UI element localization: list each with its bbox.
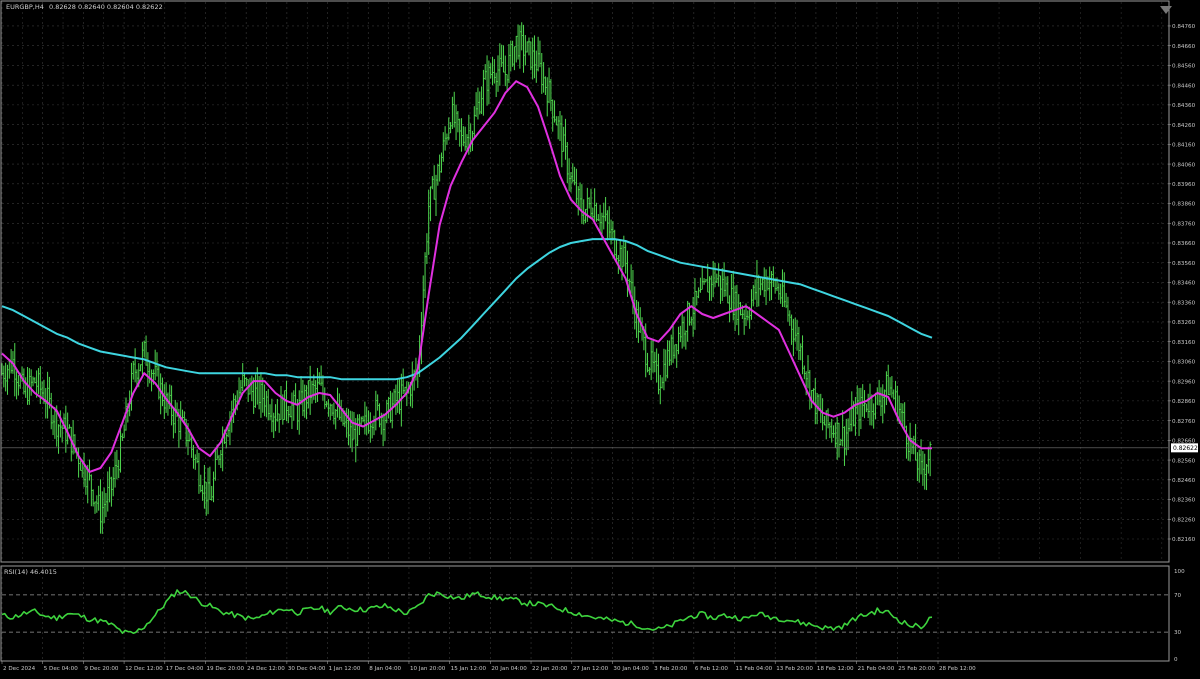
price-tick-label: 0.84660 bbox=[1172, 44, 1196, 50]
current-price-tag: 0.82622 bbox=[1171, 443, 1198, 453]
time-tick-label: 5 Dec 04:00 bbox=[44, 666, 79, 672]
chart-canvas[interactable]: 0.84760 0.84660 0.84560 0.84460 0.84360 0.842… bbox=[0, 0, 1200, 675]
price-tick-label: 0.82160 bbox=[1172, 537, 1196, 543]
time-tick-label: 24 Dec 12:00 bbox=[247, 666, 285, 672]
time-tick-label: 6 Feb 12:00 bbox=[695, 666, 729, 672]
symbol-title: EURGBP,H4 bbox=[6, 3, 44, 11]
price-tick-label: 0.82260 bbox=[1172, 517, 1196, 523]
price-tick-label: 0.84760 bbox=[1172, 24, 1196, 30]
rsi-tick-label: 100 bbox=[1174, 569, 1185, 575]
time-tick-label: 2 Dec 2024 bbox=[3, 666, 36, 672]
price-tick-label: 0.83360 bbox=[1172, 300, 1196, 306]
price-tick-label: 0.84460 bbox=[1172, 83, 1196, 89]
time-tick-label: 12 Dec 12:00 bbox=[125, 666, 163, 672]
price-tick-label: 0.82960 bbox=[1172, 379, 1196, 385]
price-tick-label: 0.82860 bbox=[1172, 399, 1196, 405]
price-tick-label: 0.83060 bbox=[1172, 360, 1196, 366]
time-tick-label: 13 Feb 20:00 bbox=[776, 666, 813, 672]
time-tick-label: 30 Jan 04:00 bbox=[613, 666, 649, 672]
price-tick-label: 0.82460 bbox=[1172, 478, 1196, 484]
time-tick-label: 28 Feb 12:00 bbox=[939, 666, 976, 672]
time-tick-label: 17 Dec 04:00 bbox=[166, 666, 204, 672]
time-tick-label: 20 Jan 04:00 bbox=[491, 666, 527, 672]
price-tick-label: 0.83960 bbox=[1172, 182, 1196, 188]
time-tick-label: 25 Feb 20:00 bbox=[898, 666, 935, 672]
rsi-tick-label: 70 bbox=[1174, 593, 1182, 599]
price-tick-label: 0.84360 bbox=[1172, 103, 1196, 109]
chart-window[interactable]: 0.84760 0.84660 0.84560 0.84460 0.84360 0.842… bbox=[0, 0, 1200, 675]
time-tick-label: 9 Dec 20:00 bbox=[84, 666, 119, 672]
ohlc-readout: 0.82628 0.82640 0.82604 0.82622 bbox=[49, 3, 163, 11]
price-tick-label: 0.84260 bbox=[1172, 123, 1196, 129]
rsi-tick-label: 0 bbox=[1174, 657, 1178, 663]
price-tick-label: 0.83760 bbox=[1172, 221, 1196, 227]
price-tick-label: 0.82360 bbox=[1172, 498, 1196, 504]
price-tick-label: 0.83660 bbox=[1172, 241, 1196, 247]
time-tick-label: 11 Feb 04:00 bbox=[736, 666, 773, 672]
price-tick-label: 0.83860 bbox=[1172, 202, 1196, 208]
price-tick-label: 0.82760 bbox=[1172, 419, 1196, 425]
time-tick-label: 1 Jan 12:00 bbox=[329, 666, 361, 672]
price-tick-label: 0.83160 bbox=[1172, 340, 1196, 346]
time-tick-label: 8 Jan 04:00 bbox=[369, 666, 401, 672]
time-tick-label: 3 Feb 20:00 bbox=[654, 666, 688, 672]
time-tick-label: 18 Feb 12:00 bbox=[817, 666, 854, 672]
time-tick-label: 19 Dec 20:00 bbox=[206, 666, 244, 672]
time-tick-label: 15 Jan 12:00 bbox=[451, 666, 487, 672]
rsi-title: RSI(14) 46.4015 bbox=[4, 568, 57, 576]
price-tick-label: 0.83460 bbox=[1172, 281, 1196, 287]
price-tick-label: 0.84060 bbox=[1172, 162, 1196, 168]
time-tick-label: 30 Dec 04:00 bbox=[288, 666, 326, 672]
price-tick-label: 0.84160 bbox=[1172, 143, 1196, 149]
price-tick-label: 0.84560 bbox=[1172, 64, 1196, 70]
time-tick-label: 10 Jan 20:00 bbox=[410, 666, 446, 672]
price-tick-label: 0.83260 bbox=[1172, 320, 1196, 326]
time-tick-label: 22 Jan 20:00 bbox=[532, 666, 568, 672]
price-tick-label: 0.82560 bbox=[1172, 458, 1196, 464]
rsi-tick-label: 30 bbox=[1174, 630, 1182, 636]
time-tick-label: 21 Feb 04:00 bbox=[858, 666, 895, 672]
svg-text:0.82622: 0.82622 bbox=[1173, 445, 1198, 452]
time-tick-label: 27 Jan 12:00 bbox=[573, 666, 609, 672]
price-tick-label: 0.83560 bbox=[1172, 261, 1196, 267]
